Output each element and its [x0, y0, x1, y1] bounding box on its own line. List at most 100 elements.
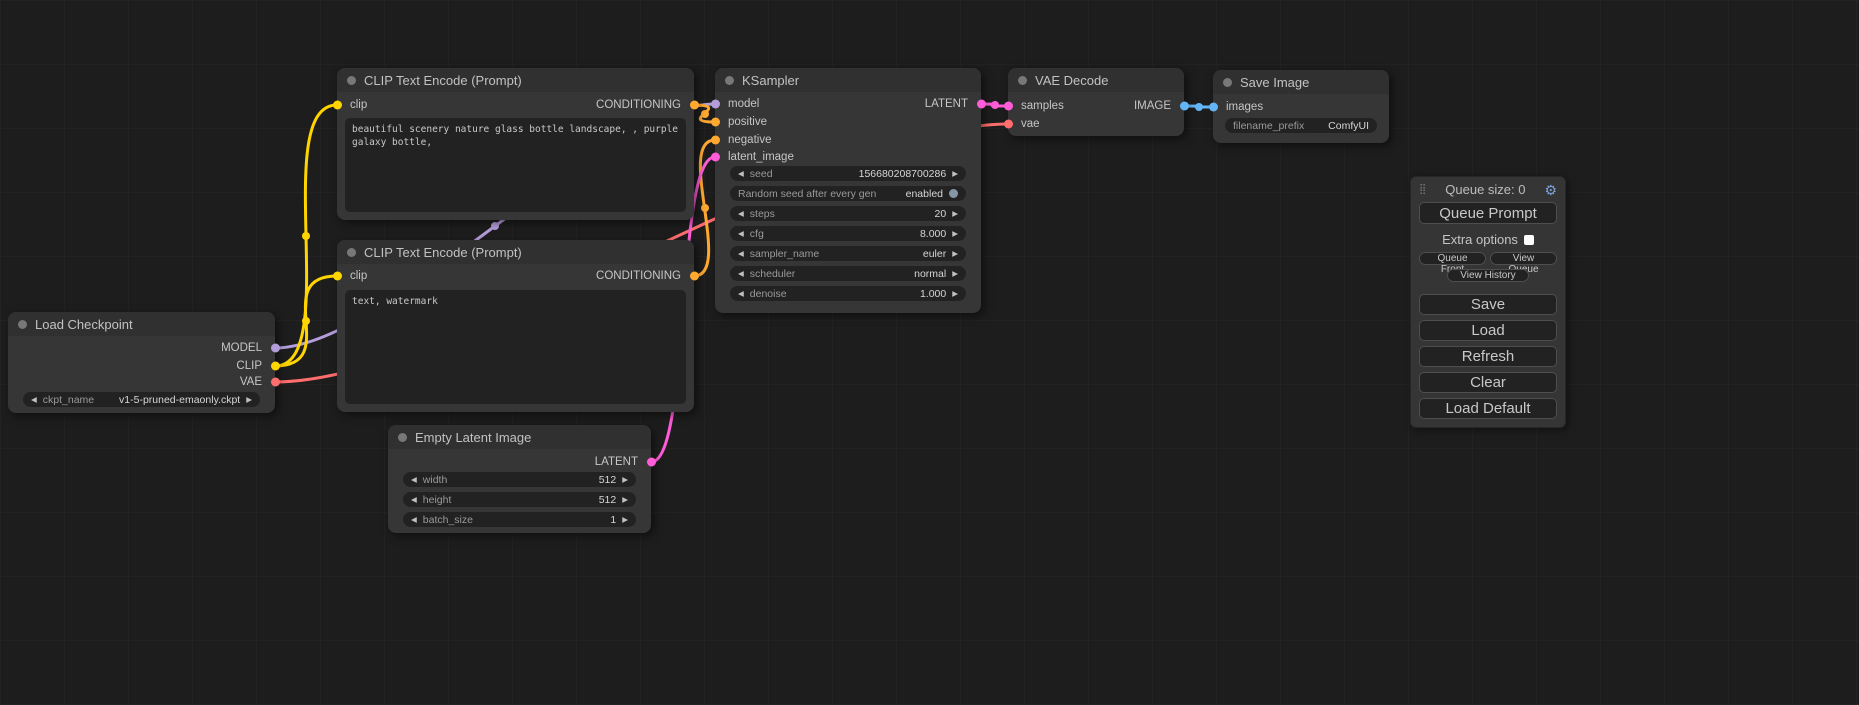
increment-arrow-icon[interactable]: ▶ [952, 169, 958, 178]
decrement-arrow-icon[interactable]: ◀ [738, 229, 744, 238]
width-widget[interactable]: ◀ width 512 ▶ [403, 472, 636, 487]
queue-front-button[interactable]: Queue Front [1419, 252, 1486, 265]
view-history-button[interactable]: View History [1447, 269, 1528, 282]
decrement-arrow-icon[interactable]: ◀ [738, 209, 744, 218]
slot-label: MODEL [221, 342, 262, 354]
node-header[interactable]: Load Checkpoint [8, 312, 275, 336]
model-output-dot[interactable] [271, 344, 280, 353]
scheduler-widget[interactable]: ◀ scheduler normal ▶ [730, 266, 966, 281]
filename-prefix-widget[interactable]: filename_prefix ComfyUI [1225, 118, 1377, 133]
clip-input-dot[interactable] [333, 272, 342, 281]
collapse-dot[interactable] [18, 320, 27, 329]
vae-input-dot[interactable] [1004, 120, 1013, 129]
drag-handle-icon[interactable]: ⣿ [1419, 185, 1426, 195]
increment-arrow-icon[interactable]: ▶ [952, 229, 958, 238]
latent-output-dot[interactable] [977, 100, 986, 109]
increment-arrow-icon[interactable]: ▶ [622, 495, 628, 504]
slot-label: CONDITIONING [596, 99, 681, 111]
save-button[interactable]: Save [1419, 294, 1557, 315]
widget-value: 8.000 [920, 228, 946, 240]
conditioning-input-dot[interactable] [711, 136, 720, 145]
input-slot-positive: positive [715, 113, 767, 131]
conditioning-output-dot[interactable] [690, 101, 699, 110]
clip-input-dot[interactable] [333, 101, 342, 110]
increment-arrow-icon[interactable]: ▶ [622, 515, 628, 524]
model-input-dot[interactable] [711, 100, 720, 109]
decrement-arrow-icon[interactable]: ◀ [31, 395, 37, 404]
load-default-button[interactable]: Load Default [1419, 398, 1557, 419]
cfg-widget[interactable]: ◀ cfg 8.000 ▶ [730, 226, 966, 241]
output-slot-model: MODEL [221, 339, 275, 357]
increment-arrow-icon[interactable]: ▶ [246, 395, 252, 404]
height-widget[interactable]: ◀ height 512 ▶ [403, 492, 636, 507]
node-header[interactable]: CLIP Text Encode (Prompt) [337, 68, 694, 92]
node-header[interactable]: Save Image [1213, 70, 1389, 94]
slot-label: clip [350, 99, 367, 111]
widget-value: 156680208700286 [859, 168, 947, 180]
decrement-arrow-icon[interactable]: ◀ [411, 475, 417, 484]
node-header[interactable]: KSampler [715, 68, 981, 92]
vae-output-dot[interactable] [271, 378, 280, 387]
decrement-arrow-icon[interactable]: ◀ [411, 515, 417, 524]
extra-options-checkbox[interactable] [1524, 235, 1534, 245]
batch-size-widget[interactable]: ◀ batch_size 1 ▶ [403, 512, 636, 527]
toggle-dot[interactable] [949, 189, 958, 198]
clip-output-dot[interactable] [271, 362, 280, 371]
sampler-name-widget[interactable]: ◀ sampler_name euler ▶ [730, 246, 966, 261]
seed-widget[interactable]: ◀ seed 156680208700286 ▶ [730, 166, 966, 181]
node-header[interactable]: Empty Latent Image [388, 425, 651, 449]
settings-gear-icon[interactable]: ⚙ [1544, 183, 1557, 197]
collapse-dot[interactable] [398, 433, 407, 442]
denoise-widget[interactable]: ◀ denoise 1.000 ▶ [730, 286, 966, 301]
image-output-dot[interactable] [1180, 102, 1189, 111]
ckpt-name-widget[interactable]: ◀ ckpt_name v1-5-pruned-emaonly.ckpt ▶ [23, 392, 260, 407]
prompt-textarea[interactable]: text, watermark [345, 290, 686, 404]
latent-input-dot[interactable] [1004, 102, 1013, 111]
node-vae-decode[interactable]: VAE Decode samples IMAGE vae [1008, 68, 1184, 136]
increment-arrow-icon[interactable]: ▶ [952, 269, 958, 278]
link-midpoint-dot [302, 317, 310, 325]
slot-label: CONDITIONING [596, 270, 681, 282]
decrement-arrow-icon[interactable]: ◀ [738, 269, 744, 278]
increment-arrow-icon[interactable]: ▶ [622, 475, 628, 484]
widget-value: normal [914, 268, 946, 280]
queue-prompt-button[interactable]: Queue Prompt [1419, 202, 1557, 224]
increment-arrow-icon[interactable]: ▶ [952, 289, 958, 298]
widget-value: 1 [610, 514, 616, 526]
node-load-checkpoint[interactable]: Load Checkpoint MODEL CLIP VAE ◀ ckpt_na… [8, 312, 275, 413]
image-input-dot[interactable] [1209, 103, 1218, 112]
decrement-arrow-icon[interactable]: ◀ [738, 289, 744, 298]
slot-label: positive [728, 116, 767, 128]
decrement-arrow-icon[interactable]: ◀ [738, 249, 744, 258]
latent-output-dot[interactable] [647, 458, 656, 467]
collapse-dot[interactable] [1018, 76, 1027, 85]
node-ksampler[interactable]: KSampler model LATENT positive negative … [715, 68, 981, 313]
node-save-image[interactable]: Save Image images filename_prefix ComfyU… [1213, 70, 1389, 143]
increment-arrow-icon[interactable]: ▶ [952, 249, 958, 258]
latent-input-dot[interactable] [711, 153, 720, 162]
node-empty-latent-image[interactable]: Empty Latent Image LATENT ◀ width 512 ▶ … [388, 425, 651, 533]
view-queue-button[interactable]: View Queue [1490, 252, 1557, 265]
graph-canvas[interactable]: Load Checkpoint MODEL CLIP VAE ◀ ckpt_na… [0, 0, 1859, 705]
increment-arrow-icon[interactable]: ▶ [952, 209, 958, 218]
conditioning-input-dot[interactable] [711, 118, 720, 127]
random-seed-toggle-widget[interactable]: Random seed after every gen enabled [730, 186, 966, 201]
prompt-textarea[interactable]: beautiful scenery nature glass bottle la… [345, 118, 686, 212]
widget-name: denoise [750, 288, 787, 300]
refresh-button[interactable]: Refresh [1419, 346, 1557, 367]
collapse-dot[interactable] [725, 76, 734, 85]
load-button[interactable]: Load [1419, 320, 1557, 341]
collapse-dot[interactable] [1223, 78, 1232, 87]
slot-label: LATENT [595, 456, 638, 468]
collapse-dot[interactable] [347, 248, 356, 257]
node-header[interactable]: VAE Decode [1008, 68, 1184, 92]
node-header[interactable]: CLIP Text Encode (Prompt) [337, 240, 694, 264]
steps-widget[interactable]: ◀ steps 20 ▶ [730, 206, 966, 221]
node-clip-text-encode-negative[interactable]: CLIP Text Encode (Prompt) clip CONDITION… [337, 240, 694, 412]
clear-button[interactable]: Clear [1419, 372, 1557, 393]
conditioning-output-dot[interactable] [690, 272, 699, 281]
decrement-arrow-icon[interactable]: ◀ [411, 495, 417, 504]
decrement-arrow-icon[interactable]: ◀ [738, 169, 744, 178]
collapse-dot[interactable] [347, 76, 356, 85]
node-clip-text-encode-positive[interactable]: CLIP Text Encode (Prompt) clip CONDITION… [337, 68, 694, 220]
